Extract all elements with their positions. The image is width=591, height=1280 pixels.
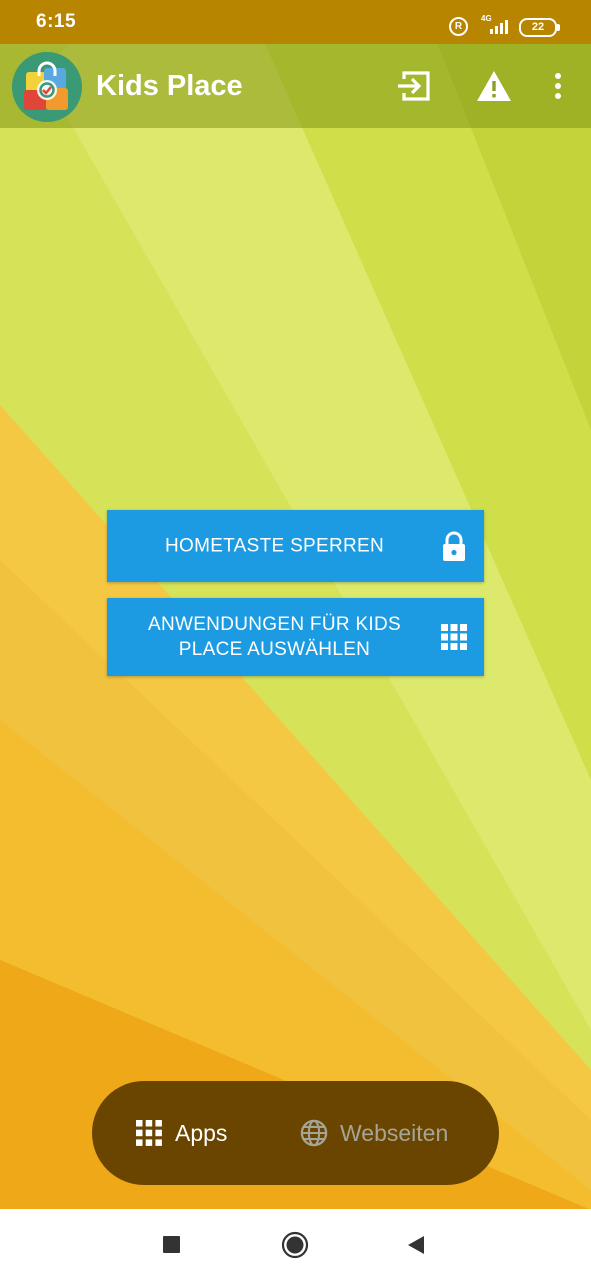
more-vert-icon[interactable] [538, 66, 578, 106]
grid-icon [440, 623, 468, 651]
battery-icon: 22 [519, 18, 560, 37]
app-bar: Kids Place [0, 44, 591, 128]
globe-icon [300, 1119, 328, 1147]
websites-tab-label: Webseiten [340, 1119, 449, 1146]
recents-square-icon[interactable] [158, 1231, 186, 1259]
lock-icon [440, 531, 468, 561]
apps-websites-switcher: Apps Webseiten [92, 1081, 499, 1185]
registered-icon: R [449, 17, 468, 36]
select-apps-label: ANWENDUNGEN FÜR KIDS PLACE AUSWÄHLEN [147, 614, 401, 660]
apps-tab-label: Apps [175, 1119, 228, 1146]
grid-icon [135, 1119, 163, 1147]
app-title: Kids Place [96, 70, 243, 102]
kids-place-logo-icon [12, 52, 82, 122]
apps-tab[interactable]: Apps [135, 1081, 227, 1185]
warning-icon[interactable] [474, 66, 514, 106]
signal-icon [490, 20, 508, 34]
lock-home-button[interactable]: HOMETASTE SPERREN [107, 510, 484, 582]
status-bar: 6:15 R 4G 22 [0, 0, 591, 44]
back-triangle-icon[interactable] [402, 1231, 430, 1259]
system-nav-bar [0, 1209, 591, 1280]
lock-home-label: HOMETASTE SPERREN [164, 535, 385, 557]
exit-icon[interactable] [395, 66, 435, 106]
select-apps-button[interactable]: ANWENDUNGEN FÜR KIDS PLACE AUSWÄHLEN [107, 598, 484, 676]
home-circle-icon[interactable] [281, 1231, 309, 1259]
websites-tab[interactable]: Webseiten [300, 1081, 448, 1185]
clock: 6:15 [36, 11, 77, 32]
